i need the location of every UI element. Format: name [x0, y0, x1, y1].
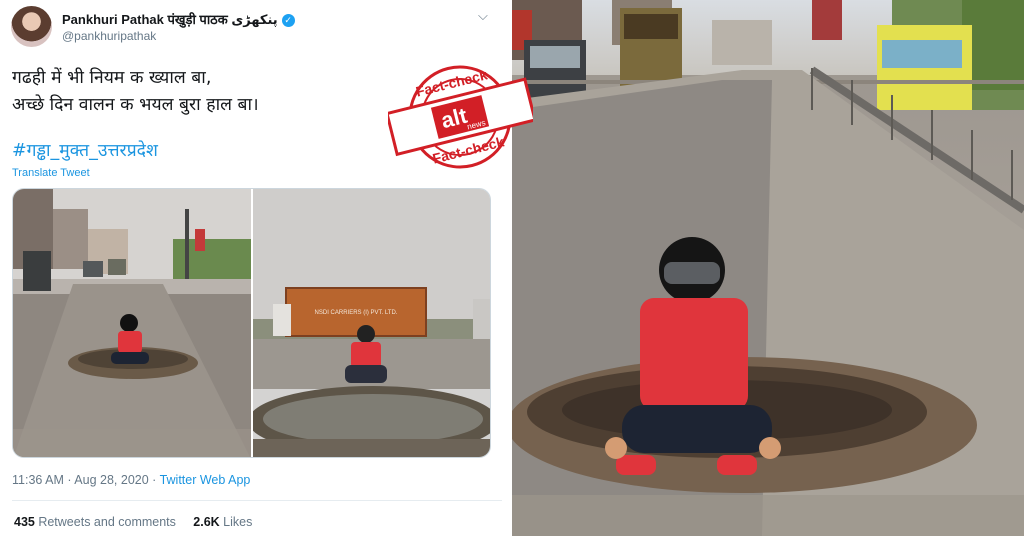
- retweets-count: 435: [14, 515, 35, 529]
- tweet-photo-road[interactable]: [13, 189, 251, 458]
- fact-check-stamp: Fact-check Fact-check alt news: [388, 65, 533, 169]
- tweet-text-line: गढही में भी नियम क ख्याल बा,: [12, 68, 212, 88]
- tweet-photo-water-pothole[interactable]: NSDI CARRIERS (I) PVT. LTD.: [253, 189, 491, 458]
- author-handle[interactable]: @pankhuripathak: [62, 29, 156, 43]
- tweet-text-line: अच्छे दिन वालन क भयल बुरा हाल बा।: [12, 95, 259, 115]
- verified-icon: ✓: [281, 14, 295, 28]
- hashtag-link[interactable]: #गड्ढा_मुक्त_उत्तरप्रदेश: [12, 138, 158, 162]
- translate-tweet-link[interactable]: Translate Tweet: [12, 167, 90, 179]
- divider: [12, 500, 502, 501]
- likes-label: Likes: [219, 515, 253, 529]
- likes-stat[interactable]: 2.6K Likes: [193, 515, 252, 529]
- tweet-photo-grid: NSDI CARRIERS (I) PVT. LTD.: [12, 188, 491, 458]
- truck-text: NSDI CARRIERS (I) PVT. LTD.: [315, 310, 398, 316]
- engagement-stats: 435 Retweets and comments 2.6K Likes: [14, 515, 252, 529]
- timestamp-text[interactable]: 11:36 AM · Aug 28, 2020 ·: [12, 473, 160, 487]
- retweets-label: Retweets and comments: [34, 515, 176, 529]
- tweet-timestamp: 11:36 AM · Aug 28, 2020 · Twitter Web Ap…: [12, 473, 250, 487]
- author-name[interactable]: Pankhuri Pathak पंखुड़ी पाठक پنکھڑی ✓: [62, 10, 295, 28]
- tweet-text: गढही में भी नियम क ख्याल बा, अच्छे दिन व…: [12, 65, 382, 119]
- author-name-text[interactable]: Pankhuri Pathak पंखुड़ी पाठक پنکھڑی: [62, 12, 278, 27]
- large-pothole-photo: [512, 0, 1024, 536]
- tweet-source-link[interactable]: Twitter Web App: [160, 473, 251, 487]
- likes-count: 2.6K: [193, 515, 220, 529]
- chevron-down-icon[interactable]: ⌵: [478, 8, 488, 24]
- avatar[interactable]: [11, 6, 52, 47]
- retweets-stat[interactable]: 435 Retweets and comments: [14, 515, 176, 529]
